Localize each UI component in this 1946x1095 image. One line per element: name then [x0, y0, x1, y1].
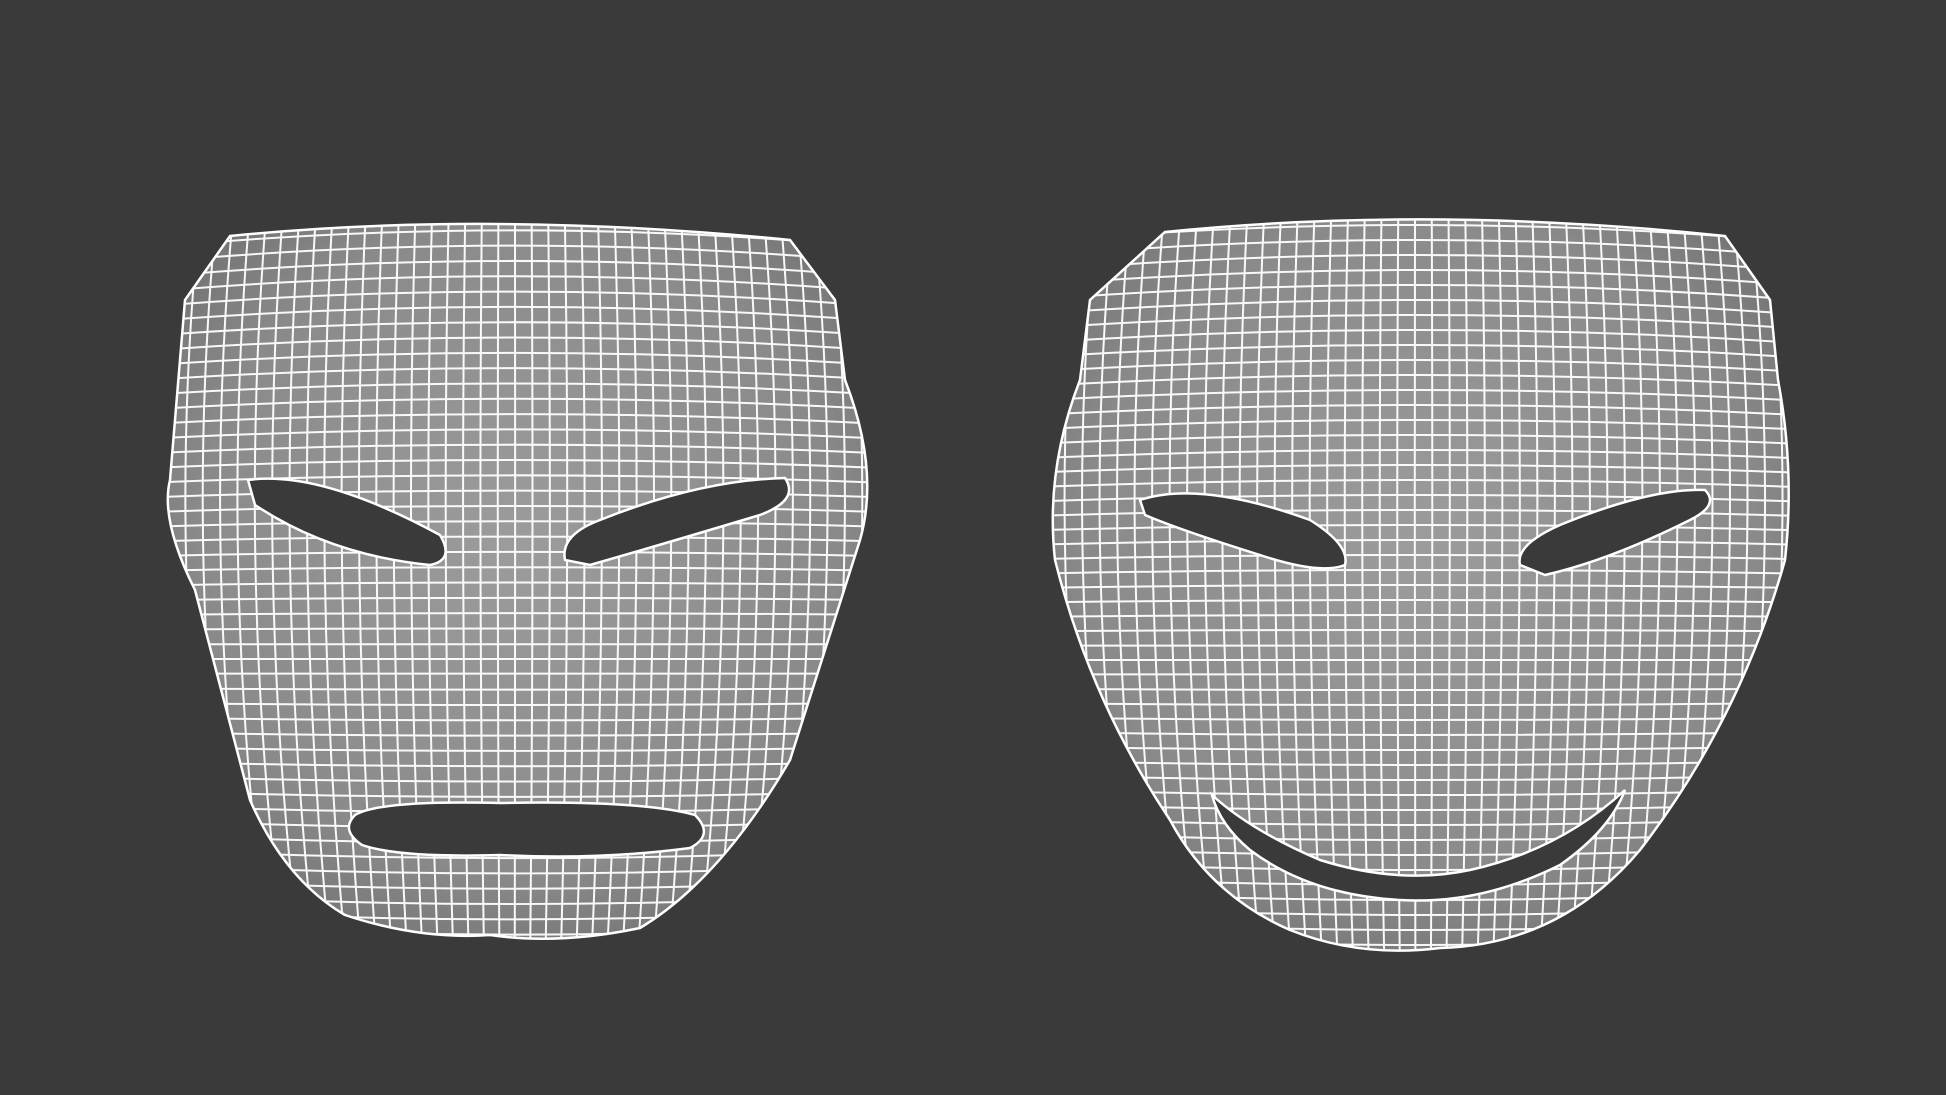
wire-line	[1052, 644, 1789, 647]
wire-line	[167, 223, 178, 939]
wire-line	[852, 223, 868, 939]
comedy-mask	[1051, 218, 1790, 952]
wire-line	[167, 642, 868, 646]
mask-render	[166, 218, 1790, 952]
wire-line	[167, 937, 868, 939]
wire-line	[167, 672, 868, 676]
render-viewport	[0, 0, 1946, 1095]
wire-line	[167, 627, 868, 631]
wire-line	[1052, 219, 1060, 951]
tragedy-mask	[166, 222, 869, 940]
wire-line	[1052, 673, 1789, 676]
wire-line	[1771, 219, 1789, 951]
